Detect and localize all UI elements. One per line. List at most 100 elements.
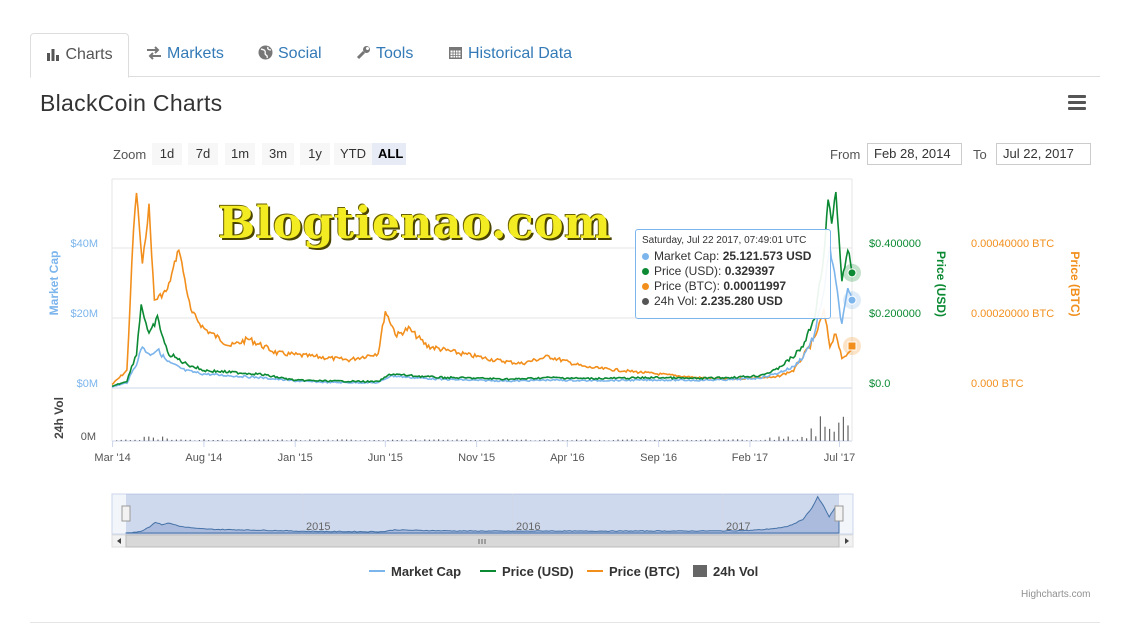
volume-bar (267, 439, 269, 441)
volume-bar (677, 439, 679, 441)
volume-bar (727, 439, 729, 441)
volume-bar (318, 439, 320, 441)
volume-bar (525, 439, 527, 441)
volume-bar (649, 440, 651, 441)
volume-bar (364, 440, 366, 441)
volume-bar (120, 439, 122, 441)
volume-bar (507, 439, 509, 441)
volume-bar (801, 436, 803, 441)
volume-bar (226, 440, 228, 441)
volume-bar (594, 440, 596, 441)
volume-bar (589, 439, 591, 441)
volume-bar (152, 437, 154, 441)
volume-bar (327, 439, 329, 441)
volume-bar (456, 439, 458, 441)
volume-bar (341, 439, 343, 441)
volume-bar (626, 439, 628, 441)
volume-bar (640, 439, 642, 441)
volume-bar (378, 440, 380, 441)
volume-bar (488, 439, 490, 441)
usd-tick-0: $0.0 (869, 378, 890, 390)
volume-bar (479, 440, 481, 441)
volume-bar (249, 440, 251, 441)
volume-bar (323, 440, 325, 441)
volume-bar (783, 438, 785, 441)
navigator-right-handle[interactable] (834, 505, 844, 522)
volume-bar (332, 440, 334, 441)
volume-bar (750, 439, 752, 441)
navigator[interactable]: 2015 2016 2017 (111, 493, 854, 548)
volume-bar (539, 440, 541, 441)
volume-bar (116, 440, 118, 441)
volume-bar (557, 439, 559, 441)
volume-bar (562, 440, 564, 441)
volume-bar (139, 440, 141, 441)
volume-bar (281, 439, 283, 441)
volume-bar (369, 440, 371, 441)
volume-bar (185, 439, 187, 441)
x-tick-label: Sep '16 (640, 452, 677, 464)
volume-bar (842, 416, 844, 441)
volume-bar (829, 428, 831, 441)
volume-bar (511, 440, 513, 441)
volume-bar (166, 438, 168, 441)
x-tick-label: Apr '16 (550, 452, 585, 464)
volume-bar (433, 439, 435, 441)
volume-bar (732, 439, 734, 441)
volume-bars (116, 416, 849, 441)
mcap-axis-title: Market Cap (47, 251, 61, 316)
volume-bar (470, 440, 472, 441)
volume-bar (428, 439, 430, 441)
legend-item-volume[interactable]: 24h Vol (693, 564, 758, 579)
volume-bar (300, 440, 302, 441)
x-tick-label: Feb '17 (732, 452, 768, 464)
volume-bar (497, 439, 499, 441)
legend-item-price-btc[interactable]: Price (BTC) (587, 564, 680, 579)
volume-bar (290, 439, 292, 441)
volume-bar (387, 440, 389, 441)
mcap-tick-40: $40M (70, 238, 98, 250)
volume-bar (815, 436, 817, 441)
volume-bar (773, 439, 775, 441)
volume-bar (787, 436, 789, 441)
volume-bar (401, 439, 403, 441)
tooltip-row-price-btc: Price (BTC): 0.00011997 (642, 279, 824, 294)
volume-bar (796, 439, 798, 441)
legend-item-market-cap[interactable]: Market Cap (369, 564, 461, 579)
volume-bar (654, 439, 656, 441)
volume-bar (447, 439, 449, 441)
volume-bar (438, 439, 440, 441)
volume-bar (534, 440, 536, 441)
volume-bar (764, 439, 766, 441)
nav-year-2015: 2015 (306, 521, 330, 533)
volume-bar (258, 439, 260, 441)
vol-axis-title: 24h Vol (52, 397, 66, 439)
volume-bar (350, 439, 352, 441)
volume-bar (244, 439, 246, 441)
volume-bar (396, 440, 398, 441)
legend-item-price-usd[interactable]: Price (USD) (480, 564, 574, 579)
volume-bar (336, 439, 338, 441)
volume-bar (612, 440, 614, 441)
volume-bar (212, 440, 214, 441)
btc-tick-4: 0.00040000 BTC (971, 238, 1054, 250)
volume-bar (686, 439, 688, 441)
volume-bar (346, 439, 348, 441)
volume-bar (704, 439, 706, 441)
volume-bar (645, 439, 647, 441)
volume-bar (424, 439, 426, 441)
volume-bar (824, 426, 826, 441)
tooltip-row-market-cap: Market Cap: 25.121.573 USD (642, 249, 824, 264)
highcharts-credit-link[interactable]: Highcharts.com (1021, 589, 1090, 600)
volume-bar (695, 440, 697, 441)
volume-bar (691, 440, 693, 441)
volume-bar (148, 436, 150, 441)
volume-bar (810, 428, 812, 441)
price-chart[interactable]: $40M $20M $0M Market Cap 0M 24h Vol $0.4… (0, 0, 1144, 633)
volume-bar (286, 440, 288, 441)
volume-bar (755, 440, 757, 441)
volume-bar (622, 439, 624, 441)
volume-bar (221, 439, 223, 441)
volume-bar (129, 440, 131, 441)
navigator-left-handle[interactable] (121, 505, 131, 522)
